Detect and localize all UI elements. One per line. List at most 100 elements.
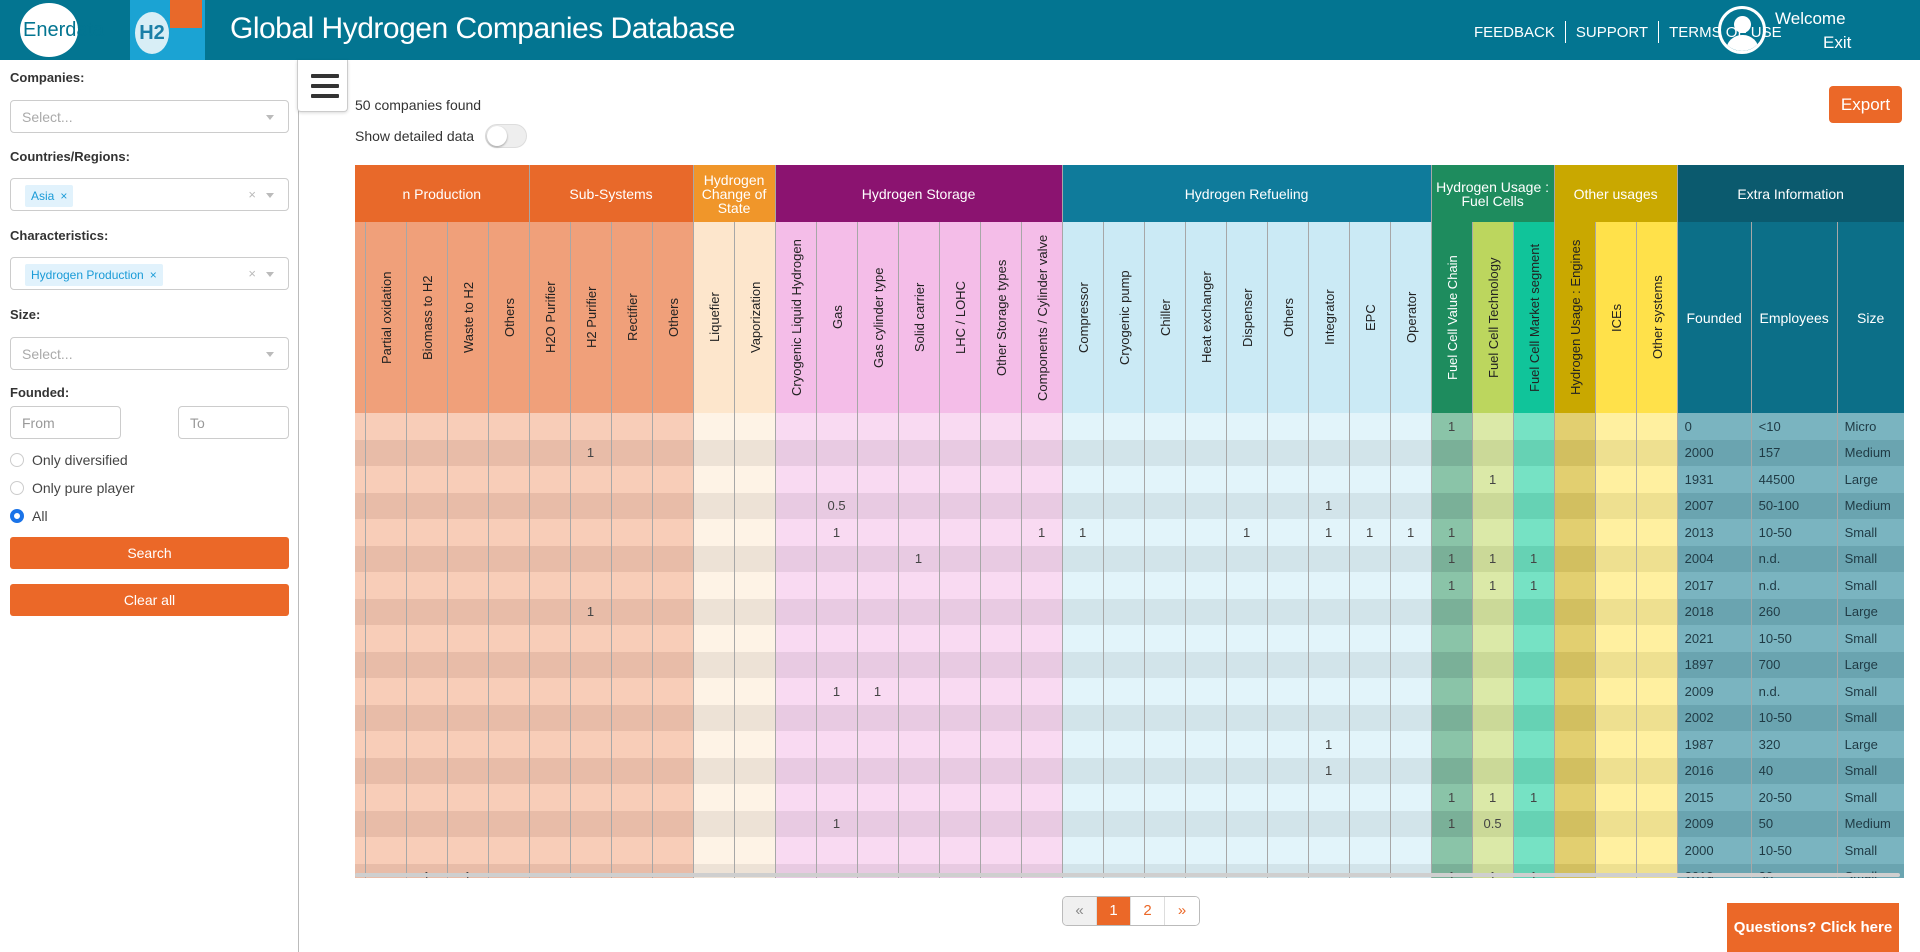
table-cell bbox=[1103, 704, 1145, 731]
table-row[interactable]: 1 1 1 1 1 1 1 1 2013 10-50 Small bbox=[355, 519, 1904, 546]
companies-select[interactable]: Select... bbox=[10, 100, 289, 133]
feedback-link[interactable]: FEEDBACK bbox=[1474, 24, 1555, 41]
column-header[interactable]: Others bbox=[1267, 222, 1309, 413]
column-header[interactable]: Heat exchanger bbox=[1185, 222, 1227, 413]
remove-tag-icon[interactable]: × bbox=[60, 185, 67, 207]
page-1-button[interactable]: 1 bbox=[1097, 897, 1131, 925]
column-header[interactable]: Hydrogen Usage : Engines bbox=[1554, 222, 1596, 413]
column-header[interactable]: Vaporization bbox=[734, 222, 776, 413]
table-row[interactable]: 1 1 1 2017 n.d. Small bbox=[355, 572, 1904, 599]
radio-all[interactable]: All bbox=[10, 508, 48, 524]
column-header[interactable]: Cryogenic pump bbox=[1103, 222, 1145, 413]
column-header[interactable]: Other systems bbox=[1636, 222, 1678, 413]
column-header[interactable]: Operator bbox=[1390, 222, 1432, 413]
table-row[interactable]: 0.5 1 2007 50-100 Medium bbox=[355, 492, 1904, 519]
table-row[interactable]: 1 0 <10 Micro bbox=[355, 413, 1904, 440]
table-row[interactable]: 1 1 1 1 2004 n.d. Small bbox=[355, 545, 1904, 572]
menu-toggle-button[interactable] bbox=[297, 60, 348, 112]
table-cell bbox=[1554, 492, 1596, 519]
table-row[interactable]: 1 1 0.5 2009 50 Medium bbox=[355, 810, 1904, 837]
table-row[interactable]: 2000 10-50 Small bbox=[355, 837, 1904, 864]
countries-select[interactable]: Asia × × bbox=[10, 178, 289, 211]
remove-tag-icon[interactable]: × bbox=[150, 264, 157, 286]
column-header[interactable]: Partial oxidation bbox=[365, 222, 407, 413]
size-select[interactable]: Select... bbox=[10, 337, 289, 370]
column-header[interactable]: Employees bbox=[1751, 222, 1838, 413]
horizontal-scrollbar[interactable] bbox=[355, 873, 1900, 877]
table-cell bbox=[1554, 572, 1596, 599]
table-cell bbox=[611, 757, 653, 784]
table-row[interactable]: 1 1931 44500 Large bbox=[355, 466, 1904, 493]
table-cell bbox=[1185, 598, 1227, 625]
table-cell: Small bbox=[1837, 784, 1904, 811]
column-header[interactable]: H2 Purifier bbox=[570, 222, 612, 413]
table-cell bbox=[652, 492, 694, 519]
column-header[interactable]: ICEs bbox=[1595, 222, 1637, 413]
column-header[interactable]: Compressor bbox=[1062, 222, 1104, 413]
table-cell bbox=[529, 810, 571, 837]
enerdata-logo[interactable]: Enerdata bbox=[20, 3, 104, 57]
column-header[interactable]: Chiller bbox=[1144, 222, 1186, 413]
column-header[interactable]: Fuel Cell Market segment bbox=[1513, 222, 1555, 413]
table-row[interactable]: 1897 700 Large bbox=[355, 651, 1904, 678]
table-row[interactable]: 1 2000 157 Medium bbox=[355, 439, 1904, 466]
questions-button[interactable]: Questions? Click here bbox=[1727, 903, 1899, 952]
column-header[interactable]: Liquefier bbox=[693, 222, 735, 413]
column-header[interactable]: Cryogenic Liquid Hydrogen bbox=[775, 222, 817, 413]
table-cell bbox=[734, 810, 776, 837]
column-header[interactable]: Other Storage types bbox=[980, 222, 1022, 413]
exit-link[interactable]: Exit bbox=[1823, 33, 1851, 53]
user-avatar-icon[interactable] bbox=[1718, 6, 1766, 54]
support-link[interactable]: SUPPORT bbox=[1576, 24, 1648, 41]
clear-icon[interactable]: × bbox=[248, 266, 256, 281]
prev-page-button[interactable]: « bbox=[1063, 897, 1097, 925]
table-row[interactable]: 1 2016 40 Small bbox=[355, 757, 1904, 784]
column-header[interactable]: Components / Cylinder valve bbox=[1021, 222, 1063, 413]
column-header[interactable]: Gas bbox=[816, 222, 858, 413]
column-header[interactable]: Dispenser bbox=[1226, 222, 1268, 413]
column-header[interactable]: LHC / LOHC bbox=[939, 222, 981, 413]
column-header[interactable]: Others bbox=[488, 222, 530, 413]
column-header[interactable] bbox=[355, 222, 366, 413]
table-row[interactable]: 1 1 1 2015 20-50 Small bbox=[355, 784, 1904, 811]
table-cell bbox=[1062, 810, 1104, 837]
search-button[interactable]: Search bbox=[10, 537, 289, 569]
column-header[interactable]: Size bbox=[1837, 222, 1904, 413]
column-header[interactable]: Biomass to H2 bbox=[406, 222, 448, 413]
show-detailed-toggle[interactable] bbox=[485, 124, 527, 148]
column-header[interactable]: Waste to H2 bbox=[447, 222, 489, 413]
table-cell bbox=[1144, 810, 1186, 837]
column-header[interactable]: Fuel Cell Technology bbox=[1472, 222, 1514, 413]
table-cell bbox=[693, 519, 735, 546]
clear-icon[interactable]: × bbox=[248, 187, 256, 202]
table-cell bbox=[693, 492, 735, 519]
export-button[interactable]: Export bbox=[1829, 86, 1902, 123]
radio-only-pure-player[interactable]: Only pure player bbox=[10, 480, 135, 496]
founded-to-input[interactable]: To bbox=[178, 406, 289, 439]
size-label: Size: bbox=[10, 307, 41, 322]
column-header[interactable]: Gas cylinder type bbox=[857, 222, 899, 413]
founded-from-input[interactable]: From bbox=[10, 406, 121, 439]
next-page-button[interactable]: » bbox=[1165, 897, 1199, 925]
column-header[interactable]: Solid carrier bbox=[898, 222, 940, 413]
table-row[interactable]: 1 1 2009 n.d. Small bbox=[355, 678, 1904, 705]
column-header[interactable]: Integrator bbox=[1308, 222, 1350, 413]
characteristics-select[interactable]: Hydrogen Production × × bbox=[10, 257, 289, 290]
column-header[interactable]: Rectifier bbox=[611, 222, 653, 413]
table-row[interactable]: 1 2018 260 Large bbox=[355, 598, 1904, 625]
column-header[interactable]: Fuel Cell Value Chain bbox=[1431, 222, 1473, 413]
radio-only-diversified[interactable]: Only diversified bbox=[10, 452, 128, 468]
column-header[interactable]: EPC bbox=[1349, 222, 1391, 413]
h2-database-logo[interactable]: H2 bbox=[130, 0, 205, 60]
table-cell: 0.5 bbox=[816, 492, 858, 519]
clear-all-button[interactable]: Clear all bbox=[10, 584, 289, 616]
table-row[interactable]: 2002 10-50 Small bbox=[355, 704, 1904, 731]
page-2-button[interactable]: 2 bbox=[1131, 897, 1165, 925]
table-row[interactable]: 1 1987 320 Large bbox=[355, 731, 1904, 758]
table-cell bbox=[980, 678, 1022, 705]
column-header[interactable]: Founded bbox=[1677, 222, 1752, 413]
table-cell bbox=[447, 466, 489, 493]
column-header[interactable]: Others bbox=[652, 222, 694, 413]
column-header[interactable]: H2O Purifier bbox=[529, 222, 571, 413]
table-row[interactable]: 2021 10-50 Small bbox=[355, 625, 1904, 652]
